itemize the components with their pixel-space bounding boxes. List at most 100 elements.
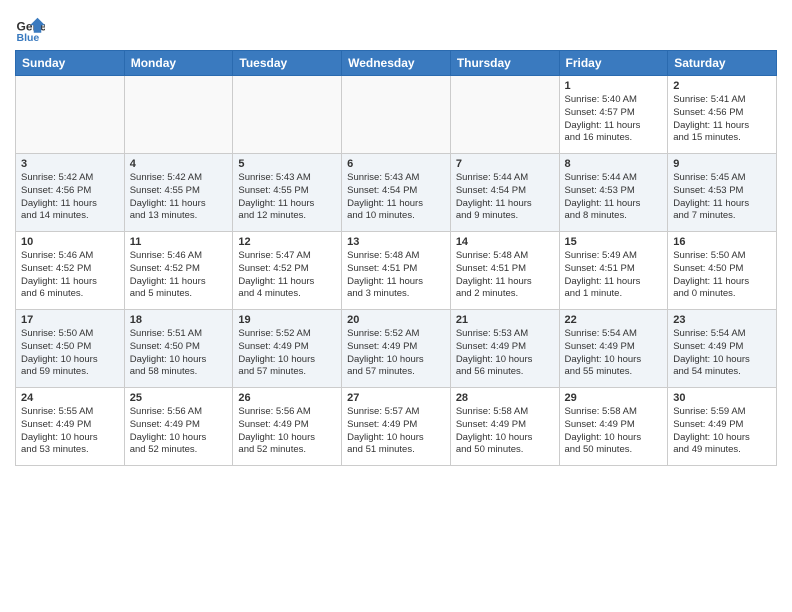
svg-text:Blue: Blue [17,32,40,44]
day-number: 25 [130,392,228,404]
logo-icon: General Blue [15,14,45,44]
day-number: 2 [673,80,771,92]
day-cell: 16 Sunrise: 5:50 AM Sunset: 4:50 PM Dayli… [668,232,777,310]
day-number: 21 [456,314,554,326]
day-number: 10 [21,236,119,248]
day-number: 20 [347,314,445,326]
calendar-table: SundayMondayTuesdayWednesdayThursdayFrid… [15,50,777,466]
day-cell: 20 Sunrise: 5:52 AM Sunset: 4:49 PM Dayli… [342,310,451,388]
day-detail: Sunrise: 5:53 AM Sunset: 4:49 PM Dayligh… [456,328,554,379]
day-detail: Sunrise: 5:44 AM Sunset: 4:54 PM Dayligh… [456,172,554,223]
day-detail: Sunrise: 5:43 AM Sunset: 4:55 PM Dayligh… [238,172,336,223]
day-number: 7 [456,158,554,170]
day-cell: 3Sunrise: 5:42 AM Sunset: 4:56 PM Daylig… [16,154,125,232]
day-cell [342,76,451,154]
day-cell: 25 Sunrise: 5:56 AM Sunset: 4:49 PM Dayli… [124,388,233,466]
day-detail: Sunrise: 5:50 AM Sunset: 4:50 PM Dayligh… [673,250,771,301]
day-detail: Sunrise: 5:59 AM Sunset: 4:49 PM Dayligh… [673,406,771,457]
col-header-sunday: Sunday [16,51,125,76]
day-cell [124,76,233,154]
day-detail: Sunrise: 5:52 AM Sunset: 4:49 PM Dayligh… [347,328,445,379]
day-number: 12 [238,236,336,248]
day-number: 16 [673,236,771,248]
day-cell: 11 Sunrise: 5:46 AM Sunset: 4:52 PM Dayli… [124,232,233,310]
day-detail: Sunrise: 5:45 AM Sunset: 4:53 PM Dayligh… [673,172,771,223]
day-number: 27 [347,392,445,404]
day-cell: 19 Sunrise: 5:52 AM Sunset: 4:49 PM Dayli… [233,310,342,388]
day-number: 24 [21,392,119,404]
day-cell: 4 Sunrise: 5:42 AM Sunset: 4:55 PM Daylig… [124,154,233,232]
day-detail: Sunrise: 5:50 AM Sunset: 4:50 PM Dayligh… [21,328,119,379]
day-number: 1 [565,80,663,92]
day-detail: Sunrise: 5:48 AM Sunset: 4:51 PM Dayligh… [456,250,554,301]
day-cell: 7 Sunrise: 5:44 AM Sunset: 4:54 PM Daylig… [450,154,559,232]
day-number: 8 [565,158,663,170]
week-row-5: 24 Sunrise: 5:55 AM Sunset: 4:49 PM Dayli… [16,388,777,466]
day-cell: 24 Sunrise: 5:55 AM Sunset: 4:49 PM Dayli… [16,388,125,466]
day-detail: Sunrise: 5:57 AM Sunset: 4:49 PM Dayligh… [347,406,445,457]
day-number: 30 [673,392,771,404]
day-detail: Sunrise: 5:44 AM Sunset: 4:53 PM Dayligh… [565,172,663,223]
day-detail: Sunrise: 5:55 AM Sunset: 4:49 PM Dayligh… [21,406,119,457]
day-cell: 21 Sunrise: 5:53 AM Sunset: 4:49 PM Dayli… [450,310,559,388]
day-number: 11 [130,236,228,248]
col-header-saturday: Saturday [668,51,777,76]
day-cell: 29 Sunrise: 5:58 AM Sunset: 4:49 PM Dayli… [559,388,668,466]
day-number: 14 [456,236,554,248]
day-detail: Sunrise: 5:56 AM Sunset: 4:49 PM Dayligh… [130,406,228,457]
day-number: 26 [238,392,336,404]
day-cell [233,76,342,154]
day-detail: Sunrise: 5:51 AM Sunset: 4:50 PM Dayligh… [130,328,228,379]
day-cell: 30 Sunrise: 5:59 AM Sunset: 4:49 PM Dayli… [668,388,777,466]
col-header-friday: Friday [559,51,668,76]
day-detail: Sunrise: 5:43 AM Sunset: 4:54 PM Dayligh… [347,172,445,223]
day-cell: 8 Sunrise: 5:44 AM Sunset: 4:53 PM Daylig… [559,154,668,232]
day-number: 5 [238,158,336,170]
day-number: 28 [456,392,554,404]
day-cell: 2 Sunrise: 5:41 AM Sunset: 4:56 PM Daylig… [668,76,777,154]
day-cell: 6 Sunrise: 5:43 AM Sunset: 4:54 PM Daylig… [342,154,451,232]
day-cell [450,76,559,154]
day-cell: 15Sunrise: 5:49 AM Sunset: 4:51 PM Dayli… [559,232,668,310]
week-row-3: 10 Sunrise: 5:46 AM Sunset: 4:52 PM Dayli… [16,232,777,310]
logo: General Blue [15,14,47,44]
day-cell: 10 Sunrise: 5:46 AM Sunset: 4:52 PM Dayli… [16,232,125,310]
day-detail: Sunrise: 5:48 AM Sunset: 4:51 PM Dayligh… [347,250,445,301]
header-row: SundayMondayTuesdayWednesdayThursdayFrid… [16,51,777,76]
day-cell: 18Sunrise: 5:51 AM Sunset: 4:50 PM Dayli… [124,310,233,388]
day-cell: 22 Sunrise: 5:54 AM Sunset: 4:49 PM Dayli… [559,310,668,388]
week-row-1: 1Sunrise: 5:40 AM Sunset: 4:57 PM Daylig… [16,76,777,154]
day-detail: Sunrise: 5:56 AM Sunset: 4:49 PM Dayligh… [238,406,336,457]
day-detail: Sunrise: 5:42 AM Sunset: 4:56 PM Dayligh… [21,172,119,223]
day-cell: 9 Sunrise: 5:45 AM Sunset: 4:53 PM Daylig… [668,154,777,232]
day-detail: Sunrise: 5:58 AM Sunset: 4:49 PM Dayligh… [456,406,554,457]
page-container: General Blue SundayMondayTuesdayWednesda… [0,0,792,476]
week-row-2: 3Sunrise: 5:42 AM Sunset: 4:56 PM Daylig… [16,154,777,232]
day-number: 19 [238,314,336,326]
day-detail: Sunrise: 5:58 AM Sunset: 4:49 PM Dayligh… [565,406,663,457]
day-detail: Sunrise: 5:47 AM Sunset: 4:52 PM Dayligh… [238,250,336,301]
day-cell: 26 Sunrise: 5:56 AM Sunset: 4:49 PM Dayli… [233,388,342,466]
day-detail: Sunrise: 5:46 AM Sunset: 4:52 PM Dayligh… [130,250,228,301]
week-row-4: 17 Sunrise: 5:50 AM Sunset: 4:50 PM Dayli… [16,310,777,388]
day-number: 29 [565,392,663,404]
col-header-wednesday: Wednesday [342,51,451,76]
day-number: 17 [21,314,119,326]
day-number: 15 [565,236,663,248]
col-header-thursday: Thursday [450,51,559,76]
day-detail: Sunrise: 5:42 AM Sunset: 4:55 PM Dayligh… [130,172,228,223]
day-cell: 5 Sunrise: 5:43 AM Sunset: 4:55 PM Daylig… [233,154,342,232]
day-number: 22 [565,314,663,326]
day-number: 23 [673,314,771,326]
day-detail: Sunrise: 5:52 AM Sunset: 4:49 PM Dayligh… [238,328,336,379]
day-number: 9 [673,158,771,170]
day-detail: Sunrise: 5:41 AM Sunset: 4:56 PM Dayligh… [673,94,771,145]
day-cell: 17 Sunrise: 5:50 AM Sunset: 4:50 PM Dayli… [16,310,125,388]
day-number: 4 [130,158,228,170]
day-detail: Sunrise: 5:46 AM Sunset: 4:52 PM Dayligh… [21,250,119,301]
day-cell [16,76,125,154]
day-cell: 27 Sunrise: 5:57 AM Sunset: 4:49 PM Dayli… [342,388,451,466]
day-detail: Sunrise: 5:54 AM Sunset: 4:49 PM Dayligh… [565,328,663,379]
day-number: 6 [347,158,445,170]
day-cell: 1Sunrise: 5:40 AM Sunset: 4:57 PM Daylig… [559,76,668,154]
